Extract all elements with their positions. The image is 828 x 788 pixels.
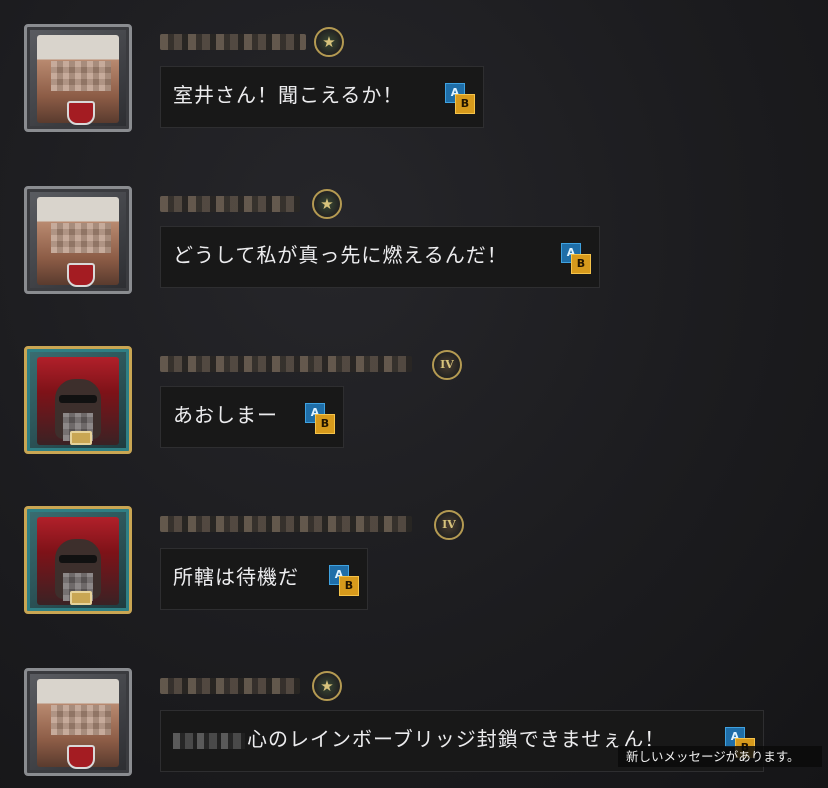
message-bubble: 室井さん！聞こえるか！ A B [160, 66, 484, 128]
message-text: どうして私が真っ先に燃えるんだ！ [173, 243, 508, 267]
translate-b: B [315, 414, 335, 434]
faction-emblem-icon [67, 101, 95, 125]
sunglasses [59, 555, 97, 563]
sunglasses [59, 395, 97, 403]
censored-text [173, 732, 245, 749]
censor-mosaic [51, 705, 111, 735]
translate-icon[interactable]: A B [329, 565, 359, 596]
translate-icon[interactable]: A B [445, 83, 475, 114]
player-name-censored[interactable] [160, 516, 412, 532]
translate-icon[interactable]: A B [561, 243, 591, 274]
message-text-visible: 心のレインボーブリッジ封鎖できませぇん！ [247, 727, 666, 751]
message-bubble: どうして私が真っ先に燃えるんだ！ A B [160, 226, 600, 288]
player-name-censored[interactable] [160, 678, 300, 694]
player-name-censored[interactable] [160, 196, 300, 212]
faction-emblem-icon [67, 263, 95, 287]
censor-mosaic [51, 61, 111, 91]
rank-star-icon: ★ [312, 189, 342, 219]
new-message-notification[interactable]: 新しいメッセージがあります。 [618, 746, 822, 767]
message-text: あおしまー [173, 403, 278, 427]
message-text: 所轄は待機だ [173, 565, 299, 589]
faction-emblem-icon [67, 745, 95, 769]
rank-star-icon: ★ [314, 27, 344, 57]
rank-iv-icon: IV [432, 350, 462, 380]
player-avatar[interactable] [24, 186, 132, 294]
translate-icon[interactable]: A B [305, 403, 335, 434]
player-avatar[interactable] [24, 24, 132, 132]
message-text: 心のレインボーブリッジ封鎖できませぇん！ [173, 723, 665, 752]
rank-star-icon: ★ [312, 671, 342, 701]
message-bubble: あおしまー A B [160, 386, 344, 448]
player-name-censored[interactable] [160, 34, 306, 50]
player-avatar[interactable] [24, 346, 132, 454]
message-text: 室井さん！聞こえるか！ [173, 83, 404, 107]
player-name-censored[interactable] [160, 356, 412, 372]
message-bubble: 所轄は待機だ A B [160, 548, 368, 610]
wings-emblem-icon [70, 431, 92, 445]
translate-b: B [571, 254, 591, 274]
translate-b: B [339, 576, 359, 596]
player-avatar[interactable] [24, 668, 132, 776]
censor-mosaic [51, 223, 111, 253]
player-avatar[interactable] [24, 506, 132, 614]
translate-b: B [455, 94, 475, 114]
wings-emblem-icon [70, 591, 92, 605]
rank-iv-icon: IV [434, 510, 464, 540]
